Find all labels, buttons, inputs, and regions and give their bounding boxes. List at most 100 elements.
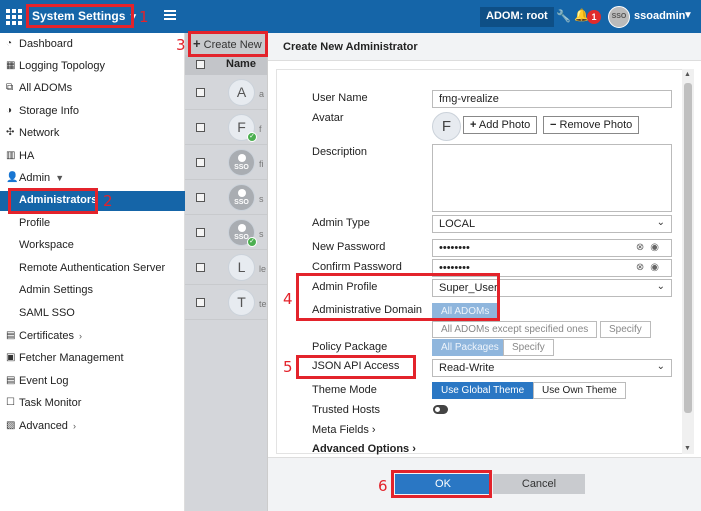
event-log-icon: ▤ bbox=[6, 375, 16, 386]
sidebar-item-certificates[interactable]: ▤ Certificates › bbox=[0, 327, 185, 347]
remove-photo-label: Remove Photo bbox=[559, 119, 633, 131]
confirm-password-label: Confirm Password bbox=[312, 261, 402, 273]
add-photo-label: Add Photo bbox=[478, 119, 531, 131]
adom-selector[interactable]: ADOM: root bbox=[480, 7, 554, 27]
dialog-scrollbar[interactable]: ▲ ▼ bbox=[682, 69, 694, 454]
table-row[interactable]: SSO fi bbox=[185, 145, 267, 180]
chevron-down-icon[interactable]: ▼ bbox=[683, 10, 693, 21]
chevron-right-icon: › bbox=[412, 443, 416, 455]
clear-and-eye-icons[interactable]: ⊗◉ bbox=[636, 242, 665, 253]
clear-and-eye-icons[interactable]: ⊗◉ bbox=[636, 262, 665, 273]
sidebar-item-logging-topology[interactable]: ▦ Logging Topology bbox=[0, 57, 185, 77]
user-name[interactable]: ssoadmin bbox=[634, 10, 685, 22]
table-row[interactable]: F ✓ f bbox=[185, 110, 267, 145]
sidebar-item-label: Certificates › bbox=[19, 330, 82, 342]
remove-photo-button[interactable]: − Remove Photo bbox=[543, 116, 640, 134]
check-icon: ✓ bbox=[247, 132, 257, 142]
row-name[interactable]: te bbox=[259, 299, 267, 309]
dialog-header: Create New Administrator bbox=[268, 33, 701, 61]
table-row[interactable]: SSO s bbox=[185, 180, 267, 215]
scroll-down-icon[interactable]: ▼ bbox=[684, 445, 691, 452]
table-row[interactable]: L le bbox=[185, 250, 267, 285]
hamburger-icon[interactable] bbox=[164, 10, 176, 20]
sidebar-item-fetcher-management[interactable]: ▣ Fetcher Management bbox=[0, 349, 185, 369]
sidebar-item-workspace[interactable]: Workspace bbox=[0, 236, 185, 256]
trusted-hosts-toggle[interactable] bbox=[433, 405, 448, 414]
row-checkbox[interactable] bbox=[196, 158, 205, 167]
select-all-checkbox[interactable] bbox=[196, 60, 205, 69]
row-name[interactable]: fi bbox=[259, 159, 264, 169]
sidebar-item-admin-settings[interactable]: Admin Settings bbox=[0, 281, 185, 301]
user-avatar[interactable]: SSO bbox=[608, 6, 630, 28]
scrollbar-thumb[interactable] bbox=[684, 83, 692, 413]
column-header-name[interactable]: Name bbox=[226, 58, 256, 70]
chevron-right-icon: › bbox=[371, 424, 376, 436]
meta-fields-toggle[interactable]: Meta Fields › bbox=[312, 424, 376, 436]
sidebar-item-task-monitor[interactable]: ☐ Task Monitor bbox=[0, 394, 185, 414]
description-textarea[interactable] bbox=[432, 144, 672, 212]
sidebar-item-event-log[interactable]: ▤ Event Log bbox=[0, 372, 185, 392]
task-icon: ☐ bbox=[6, 397, 15, 408]
admin-list-panel: + Create New Name A a F ✓ f SSO fi SSO s… bbox=[185, 33, 267, 511]
specify-adoms-option[interactable]: Specify bbox=[600, 321, 651, 338]
row-name[interactable]: s bbox=[259, 194, 264, 204]
highlight-box-6 bbox=[391, 470, 492, 498]
list-header: Name bbox=[185, 55, 267, 75]
specify-packages-option[interactable]: Specify bbox=[503, 339, 554, 356]
new-password-input[interactable]: •••••••• ⊗◉ bbox=[432, 239, 672, 257]
json-api-select[interactable]: Read-Write ⌄ bbox=[432, 359, 672, 377]
sidebar-item-all-adoms[interactable]: ⧉ All ADOMs bbox=[0, 79, 185, 99]
row-checkbox[interactable] bbox=[196, 193, 205, 202]
sidebar-item-profile[interactable]: Profile bbox=[0, 214, 185, 234]
row-checkbox[interactable] bbox=[196, 263, 205, 272]
scroll-up-icon[interactable]: ▲ bbox=[684, 71, 691, 78]
minus-icon: − bbox=[550, 119, 557, 131]
row-checkbox[interactable] bbox=[196, 123, 205, 132]
sidebar-item-admin[interactable]: 👤 Admin ▼ bbox=[0, 169, 185, 189]
step-number-6: 6 bbox=[378, 477, 388, 495]
sidebar-item-saml-sso[interactable]: SAML SSO bbox=[0, 304, 185, 324]
sidebar-item-label: Task Monitor bbox=[19, 397, 82, 409]
table-row[interactable]: T te bbox=[185, 285, 267, 320]
sidebar-item-label: Admin ▼ bbox=[19, 172, 64, 184]
chevron-down-icon: ⌄ bbox=[656, 217, 665, 228]
sidebar-item-network[interactable]: ✣ Network bbox=[0, 124, 185, 144]
row-checkbox[interactable] bbox=[196, 228, 205, 237]
storage-icon: ◑ bbox=[6, 105, 13, 116]
chevron-right-icon: › bbox=[79, 331, 83, 341]
sidebar-item-remote-auth-server[interactable]: Remote Authentication Server bbox=[0, 259, 185, 279]
table-row[interactable]: SSO ✓ s bbox=[185, 215, 267, 250]
admin-type-label: Admin Type bbox=[312, 217, 370, 229]
cancel-button[interactable]: Cancel bbox=[493, 474, 585, 494]
wrench-icon[interactable]: 🔧 bbox=[556, 9, 571, 23]
sidebar-item-dashboard[interactable]: ◔ Dashboard bbox=[0, 35, 185, 55]
chevron-down-icon: ▼ bbox=[55, 173, 65, 183]
add-photo-button[interactable]: + Add Photo bbox=[463, 116, 538, 134]
sidebar-item-label: Admin Settings bbox=[19, 284, 93, 296]
new-password-label: New Password bbox=[312, 241, 386, 253]
row-name[interactable]: s bbox=[259, 229, 264, 239]
table-row[interactable]: A a bbox=[185, 75, 267, 110]
highlight-box-1 bbox=[26, 4, 134, 28]
row-name[interactable]: a bbox=[259, 89, 264, 99]
use-own-theme-option[interactable]: Use Own Theme bbox=[533, 382, 626, 399]
all-packages-option[interactable]: All Packages bbox=[432, 339, 508, 356]
app-grid-icon[interactable] bbox=[6, 9, 22, 25]
use-global-theme-option[interactable]: Use Global Theme bbox=[432, 382, 534, 399]
step-number-5: 5 bbox=[283, 358, 293, 376]
admin-type-value: LOCAL bbox=[439, 218, 476, 230]
row-name[interactable]: le bbox=[259, 264, 266, 274]
sidebar-item-advanced[interactable]: ▧ Advanced › bbox=[0, 417, 185, 437]
sidebar-item-label: HA bbox=[19, 150, 35, 162]
sidebar-item-storage-info[interactable]: ◑ Storage Info bbox=[0, 102, 185, 122]
row-name[interactable]: f bbox=[259, 124, 262, 134]
sidebar-item-ha[interactable]: ▥ HA bbox=[0, 147, 185, 167]
all-adoms-except-option[interactable]: All ADOMs except specified ones bbox=[432, 321, 598, 338]
row-checkbox[interactable] bbox=[196, 298, 205, 307]
admin-type-select[interactable]: LOCAL ⌄ bbox=[432, 215, 672, 233]
advanced-options-toggle[interactable]: Advanced Options › bbox=[312, 443, 416, 455]
row-checkbox[interactable] bbox=[196, 88, 205, 97]
create-admin-dialog: Create New Administrator User Name fmg-v… bbox=[267, 33, 701, 511]
user-name-input[interactable]: fmg-vrealize bbox=[432, 90, 672, 108]
adoms-icon: ⧉ bbox=[6, 82, 14, 93]
